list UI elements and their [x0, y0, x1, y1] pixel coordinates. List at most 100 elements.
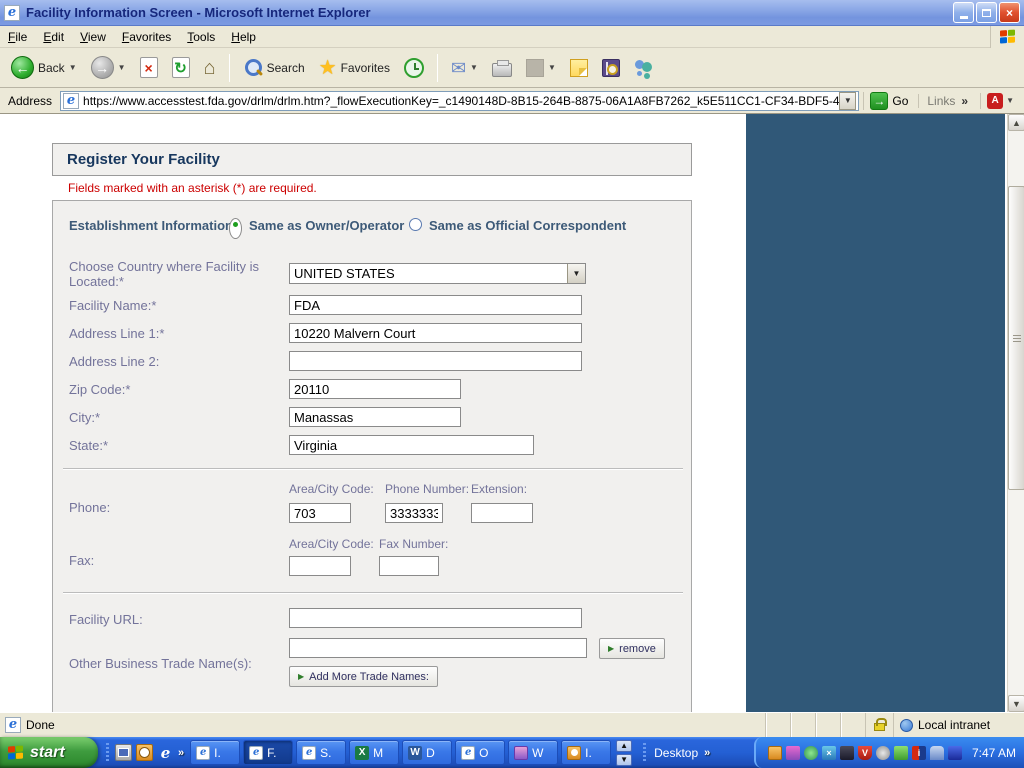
radio-same-as-official-correspondent[interactable]	[409, 218, 422, 231]
address-url-text[interactable]: https://www.accesstest.fda.gov/drlm/drlm…	[83, 94, 839, 108]
history-button[interactable]	[399, 55, 429, 81]
tray-clock-icon[interactable]	[767, 745, 782, 760]
print-button[interactable]	[487, 56, 517, 80]
task-label: S.	[320, 745, 332, 760]
forward-button[interactable]: → ▼	[86, 53, 131, 82]
messenger-button[interactable]	[629, 56, 659, 80]
quick-launch-clock-icon[interactable]	[136, 744, 153, 761]
tray-network-icon[interactable]	[947, 745, 962, 760]
task-button-app[interactable]: W	[508, 740, 559, 765]
task-buttons: e I. e F. e S. X M W D e O W I.	[190, 740, 612, 765]
quick-launch-chevron-icon[interactable]: »	[178, 747, 184, 759]
address-input[interactable]: e https://www.accesstest.fda.gov/drlm/dr…	[60, 90, 860, 111]
fax-area-code-input[interactable]	[289, 556, 351, 576]
tray-security-icon[interactable]	[839, 745, 854, 760]
toolbar-grip[interactable]	[106, 742, 109, 763]
tray-status-icon[interactable]: ×	[821, 745, 836, 760]
forward-dropdown-icon[interactable]: ▼	[118, 63, 126, 72]
links-toolbar[interactable]: Links »	[918, 93, 976, 108]
city-input[interactable]	[289, 407, 461, 427]
scrollbar-thumb[interactable]	[1008, 186, 1024, 490]
menu-tools[interactable]: Tools	[179, 27, 223, 47]
home-button[interactable]: ⌂	[199, 56, 221, 80]
task-label: I.	[214, 745, 221, 760]
task-button-ie-2[interactable]: e S.	[296, 740, 347, 765]
quick-launch-ie-icon[interactable]: e	[157, 744, 174, 762]
edit-dropdown-icon[interactable]: ▼	[548, 63, 556, 72]
menu-edit[interactable]: Edit	[35, 27, 72, 47]
radio-official-correspondent-label[interactable]: Same as Official Correspondent	[429, 218, 626, 233]
discuss-button[interactable]	[565, 56, 593, 80]
show-desktop-icon[interactable]	[115, 744, 132, 761]
phone-area-code-input[interactable]	[289, 503, 351, 523]
state-input[interactable]	[289, 435, 534, 455]
task-button-facility-active[interactable]: e F.	[243, 740, 294, 765]
zip-code-input[interactable]	[289, 379, 461, 399]
pdf-toolbar-button[interactable]: A ▼	[980, 92, 1020, 109]
tray-agent-icon[interactable]	[929, 745, 944, 760]
tray-update-icon[interactable]	[893, 745, 908, 760]
favorites-button[interactable]: ★ Favorites	[314, 56, 395, 80]
mail-icon: ✉	[450, 57, 467, 78]
search-button[interactable]: Search	[238, 55, 310, 81]
menu-file[interactable]: File	[0, 27, 35, 47]
address-line1-input[interactable]	[289, 323, 582, 343]
vertical-scrollbar[interactable]: ▲ ▼	[1007, 114, 1024, 712]
task-button-excel[interactable]: X M	[349, 740, 400, 765]
links-chevron-icon[interactable]: »	[961, 94, 968, 108]
task-button-word[interactable]: W D	[402, 740, 453, 765]
toolbar-grip[interactable]	[643, 742, 647, 763]
remove-chevron-icon: ▶	[608, 644, 615, 653]
toolbar-separator	[436, 53, 438, 82]
start-button[interactable]: start	[0, 737, 98, 768]
edit-button[interactable]: ▼	[521, 56, 561, 80]
task-button-ie-3[interactable]: e O	[455, 740, 506, 765]
tray-cd-icon[interactable]	[875, 745, 890, 760]
remove-trade-name-button[interactable]: ▶ remove	[599, 638, 665, 659]
radio-owner-operator-label[interactable]: Same as Owner/Operator	[249, 218, 404, 233]
trade-name-input[interactable]	[289, 638, 587, 658]
scroll-up-button[interactable]: ▲	[1008, 114, 1024, 131]
tray-antivirus-icon[interactable]: V	[857, 745, 872, 760]
go-button[interactable]: → Go	[863, 91, 914, 110]
country-select[interactable]: UNITED STATES ▼	[289, 263, 586, 284]
phone-number-input[interactable]	[385, 503, 443, 523]
facility-url-input[interactable]	[289, 608, 582, 628]
maximize-button[interactable]	[976, 2, 997, 23]
task-button-ie-1[interactable]: e I.	[190, 740, 241, 765]
messenger-icon	[634, 59, 654, 77]
menu-favorites[interactable]: Favorites	[114, 27, 179, 47]
pdf-dropdown-icon[interactable]: ▼	[1006, 96, 1014, 105]
tray-chat-icon[interactable]	[803, 745, 818, 760]
radio-same-as-owner-operator[interactable]	[229, 218, 242, 239]
mail-dropdown-icon[interactable]: ▼	[470, 63, 478, 72]
facility-name-input[interactable]	[289, 295, 582, 315]
minimize-button[interactable]	[953, 2, 974, 23]
scroll-down-button[interactable]: ▼	[1008, 695, 1024, 712]
browser-viewport: Register Your Facility Fields marked wit…	[0, 114, 1024, 712]
search-icon	[243, 58, 263, 78]
close-button[interactable]: ×	[999, 2, 1020, 23]
desktop-chevron-icon[interactable]: »	[704, 747, 710, 759]
stop-button[interactable]: ×	[135, 54, 163, 81]
task-button-clock-app[interactable]: I.	[561, 740, 612, 765]
back-button[interactable]: ← Back ▼	[6, 53, 82, 82]
taskbar-scroll-down-button[interactable]: ▼	[616, 753, 633, 766]
add-more-trade-names-button[interactable]: ▶ Add More Trade Names:	[289, 666, 438, 687]
tray-app-icon[interactable]	[785, 745, 800, 760]
city-label: City:*	[69, 410, 101, 425]
research-button[interactable]	[597, 56, 625, 80]
taskbar-scroll-up-button[interactable]: ▲	[616, 739, 633, 752]
fax-number-input[interactable]	[379, 556, 439, 576]
address-line2-input[interactable]	[289, 351, 582, 371]
address-dropdown-button[interactable]: ▼	[839, 91, 857, 110]
menu-view[interactable]: View	[72, 27, 114, 47]
country-dropdown-icon[interactable]: ▼	[567, 264, 585, 283]
menu-help[interactable]: Help	[223, 27, 264, 47]
tray-flag-icon[interactable]: i	[911, 745, 926, 760]
facility-name-label: Facility Name:*	[69, 298, 157, 313]
phone-extension-input[interactable]	[471, 503, 533, 523]
back-dropdown-icon[interactable]: ▼	[69, 63, 77, 72]
refresh-button[interactable]: ↻	[167, 54, 195, 81]
mail-button[interactable]: ✉ ▼	[446, 57, 483, 79]
